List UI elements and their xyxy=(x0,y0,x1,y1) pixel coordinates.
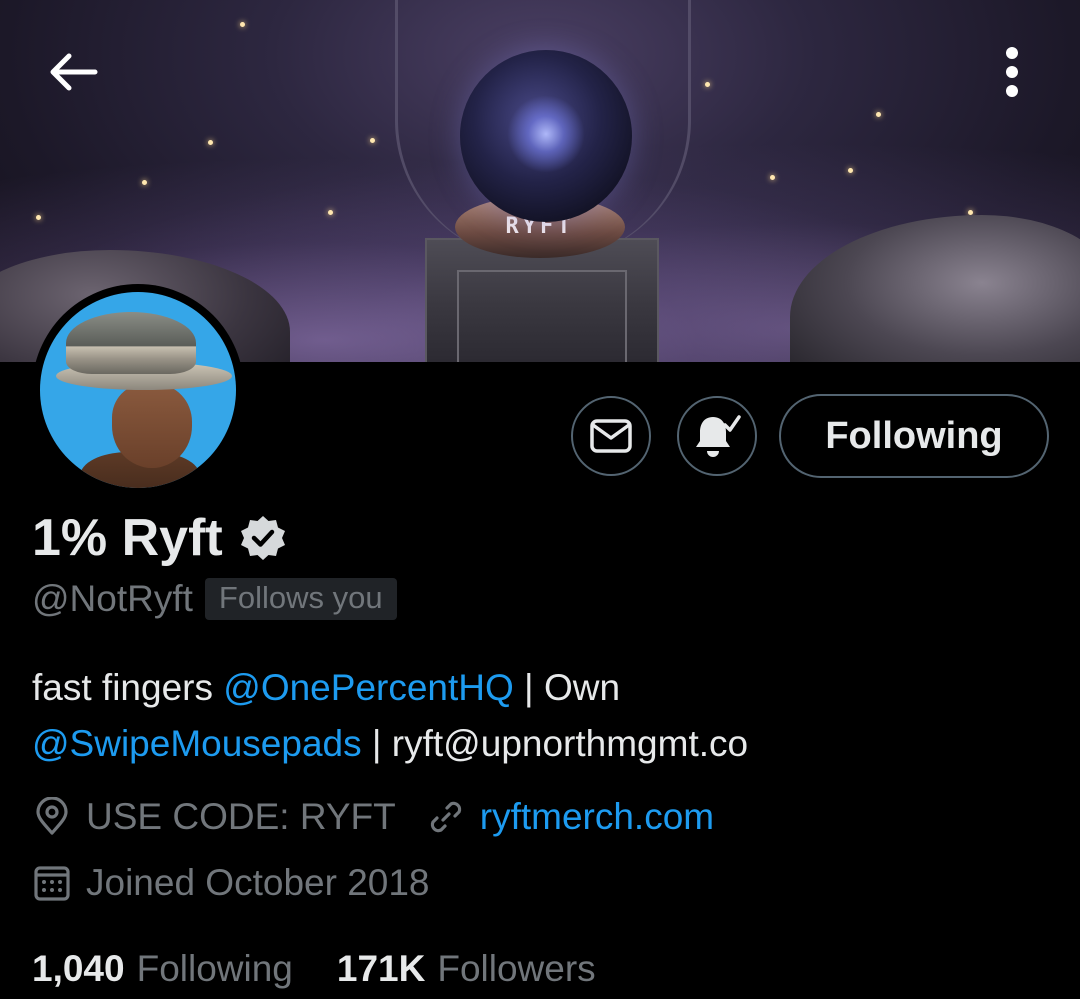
calendar-icon xyxy=(34,866,70,901)
envelope-icon xyxy=(590,419,632,453)
banner-star xyxy=(370,138,375,143)
banner-star xyxy=(705,82,710,87)
verified-badge-icon xyxy=(240,516,285,560)
avatar-image xyxy=(40,292,236,488)
profile-meta-joined: Joined October 2018 xyxy=(32,862,430,904)
banner-orb xyxy=(460,50,632,222)
link-icon xyxy=(430,801,461,833)
notifications-button[interactable] xyxy=(677,396,757,476)
bio-text: fast fingers xyxy=(32,667,224,708)
follows-you-badge: Follows you xyxy=(204,578,397,620)
banner-star xyxy=(848,168,853,173)
handle-row: @NotRyft Follows you xyxy=(32,578,397,620)
following-label: Following xyxy=(136,948,293,989)
followers-count: 171K xyxy=(336,948,426,989)
bio-mention-link[interactable]: @OnePercentHQ xyxy=(223,667,514,708)
bell-check-icon xyxy=(696,415,741,457)
bio-text: | Own xyxy=(513,667,621,708)
display-name-row: 1% Ryft xyxy=(32,508,287,568)
arrow-left-icon xyxy=(50,53,98,91)
avatar-hat xyxy=(66,312,196,374)
user-handle: @NotRyft xyxy=(32,578,193,619)
followers-stat[interactable]: 171K Followers xyxy=(337,948,596,990)
back-button[interactable] xyxy=(42,40,106,104)
more-options-button[interactable] xyxy=(980,40,1044,104)
banner-star xyxy=(328,210,333,215)
profile-stats: 1,040 Following 171K Followers xyxy=(32,948,596,990)
profile-bio: fast fingers @OnePercentHQ | Own @SwipeM… xyxy=(32,660,1042,772)
profile-avatar[interactable] xyxy=(32,284,244,496)
display-name: 1% Ryft xyxy=(32,509,223,567)
avatar-face xyxy=(112,384,192,468)
banner-star xyxy=(208,140,213,145)
banner-star xyxy=(876,112,881,117)
profile-joined-date: Joined October 2018 xyxy=(86,862,430,903)
message-button[interactable] xyxy=(571,396,651,476)
banner-star xyxy=(240,22,245,27)
banner-star xyxy=(142,180,147,185)
orb-glyph xyxy=(504,92,588,176)
followers-label: Followers xyxy=(437,948,596,989)
following-count: 1,040 xyxy=(32,948,125,989)
bio-text: | ryft@upnorthmgmt.co xyxy=(361,723,749,764)
profile-meta-location-website: USE CODE: RYFT ryftmerch.com xyxy=(32,796,714,838)
bio-mention-link[interactable]: @SwipeMousepads xyxy=(32,723,362,764)
profile-website-link[interactable]: ryftmerch.com xyxy=(480,796,714,838)
profile-location: USE CODE: RYFT xyxy=(86,796,396,837)
following-stat[interactable]: 1,040 Following xyxy=(32,948,293,990)
banner-star xyxy=(770,175,775,180)
banner-star xyxy=(36,215,41,220)
more-vertical-icon xyxy=(1006,47,1018,97)
following-button[interactable]: Following xyxy=(779,394,1049,478)
location-pin-icon xyxy=(36,797,68,835)
